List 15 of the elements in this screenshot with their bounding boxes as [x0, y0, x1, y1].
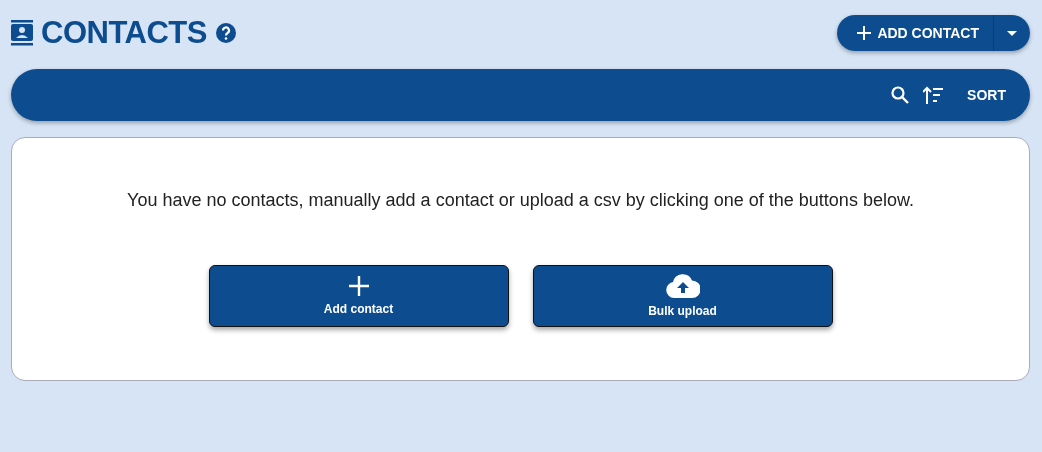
caret-icon: [1007, 30, 1017, 36]
sort-button[interactable]: SORT: [963, 83, 1010, 107]
cloud-upload-icon: [665, 274, 700, 298]
dropdown-button[interactable]: [994, 15, 1030, 51]
help-icon[interactable]: [214, 22, 237, 44]
page-title: CONTACTS: [41, 15, 207, 51]
action-button[interactable]: Add contact: [208, 265, 509, 327]
contact-book-icon: [11, 20, 33, 46]
sort-icon[interactable]: [923, 86, 944, 104]
action-button[interactable]: Bulk upload: [532, 265, 833, 327]
plus-icon: [348, 276, 369, 296]
add-contact-button[interactable]: ADD CONTACT: [837, 15, 994, 51]
empty-message: You have no contacts, manually add a contact or upload a csv by clicking one of the buttons below.: [127, 190, 914, 211]
plus-icon: [857, 26, 872, 40]
search-icon[interactable]: [891, 86, 910, 104]
